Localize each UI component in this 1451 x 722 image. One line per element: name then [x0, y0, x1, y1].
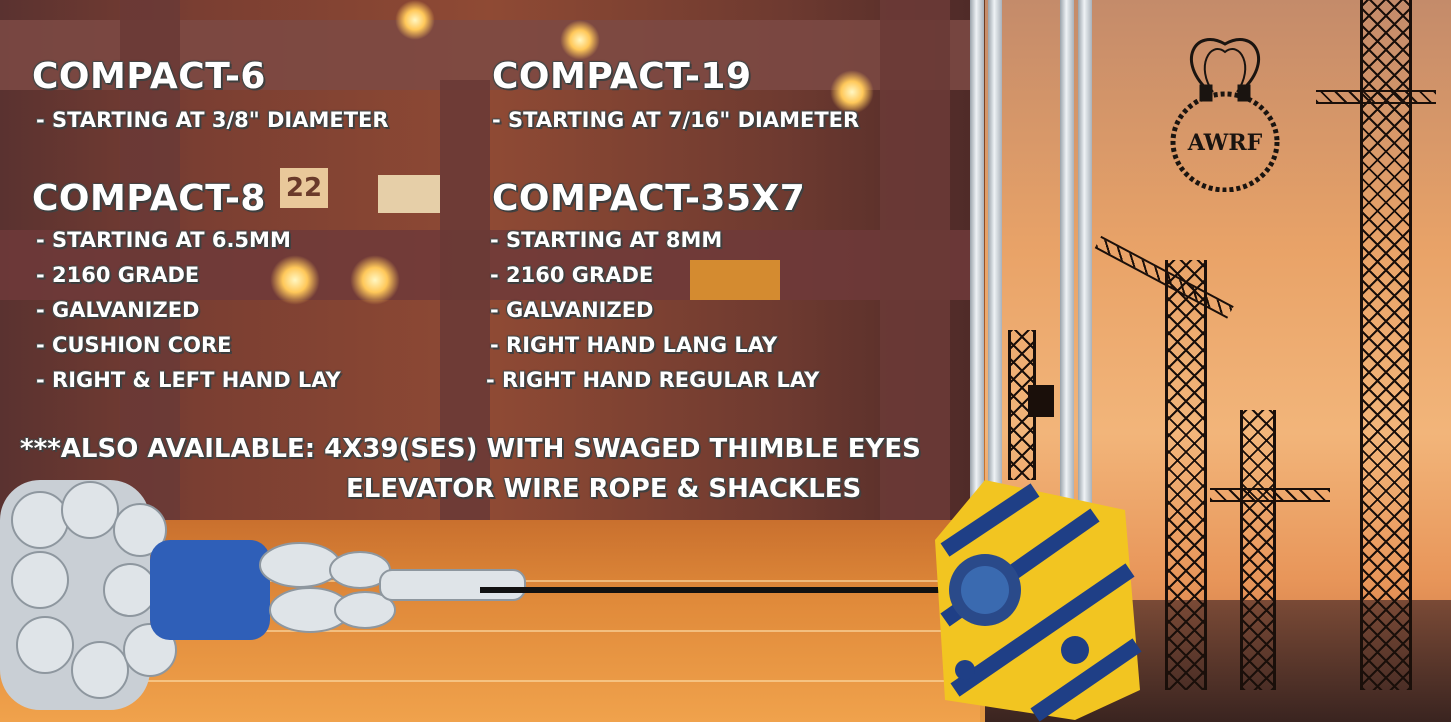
availability-note: ***ALSO AVAILABLE: 4X39(SES) WITH SWAGED…	[20, 434, 921, 464]
sheave-block-icon	[935, 480, 1142, 722]
tower-crane	[1240, 410, 1276, 690]
port-light	[560, 20, 600, 60]
product-banner: 22 AWRF COMPACT-6 - STARTING AT 3/8" DIA…	[0, 0, 1451, 722]
crane-jib	[1316, 90, 1436, 104]
port-light	[270, 255, 320, 305]
wire-rope-sling-icon	[1170, 38, 1280, 192]
spec-line: - GALVANIZED	[490, 298, 654, 322]
wire-rope-icon	[0, 480, 526, 710]
spec-line: - 2160 GRADE	[36, 263, 200, 287]
spec-line: - STARTING AT 3/8" DIAMETER	[36, 108, 389, 132]
vertical-wire-rope	[1078, 0, 1092, 520]
spec-line: - GALVANIZED	[36, 298, 200, 322]
product-title-compact-6: COMPACT-6	[32, 56, 266, 97]
spec-line: - STARTING AT 6.5MM	[36, 228, 291, 252]
tower-crane	[1165, 260, 1207, 690]
vertical-wire-rope	[988, 0, 1002, 520]
vertical-wire-rope	[1060, 0, 1074, 520]
divider-line	[480, 587, 970, 593]
logo-text: AWRF	[1187, 130, 1263, 156]
vertical-wire-rope	[970, 0, 984, 520]
spec-line: - STARTING AT 8MM	[490, 228, 723, 252]
product-title-compact-35x7: COMPACT-35X7	[492, 178, 806, 219]
container-number-sign: 22	[280, 168, 328, 208]
crane-cab	[1028, 385, 1054, 417]
product-title-compact-19: COMPACT-19	[492, 56, 752, 97]
product-title-compact-8: COMPACT-8	[32, 178, 266, 219]
spec-line: - CUSHION CORE	[36, 333, 232, 357]
spec-line: - STARTING AT 7/16" DIAMETER	[492, 108, 860, 132]
awrf-logo: AWRF	[1170, 38, 1280, 192]
wire-rope-cutaway-illustration	[0, 480, 526, 710]
rope-core	[150, 540, 270, 640]
port-logo-sign	[378, 175, 440, 213]
spreader	[690, 260, 780, 300]
sheave-block-illustration	[935, 480, 1142, 722]
spec-line: - 2160 GRADE	[490, 263, 654, 287]
spec-line: - RIGHT HAND REGULAR LAY	[486, 368, 820, 392]
spec-line: - RIGHT HAND LANG LAY	[490, 333, 778, 357]
port-light	[395, 0, 435, 40]
crane-jib	[1210, 488, 1330, 502]
port-light	[350, 255, 400, 305]
spec-line: - RIGHT & LEFT HAND LAY	[36, 368, 341, 392]
